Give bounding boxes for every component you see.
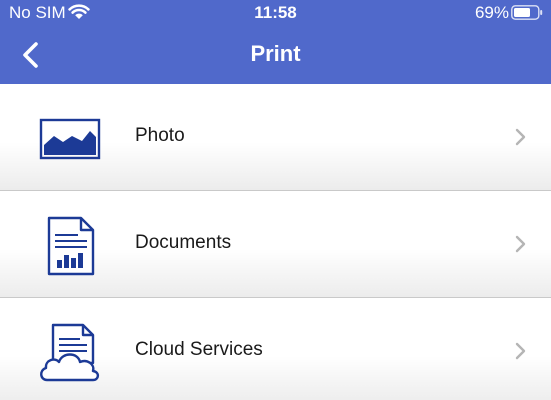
photo-icon [39, 118, 101, 160]
status-bar: No SIM 11:58 69% [0, 0, 551, 26]
chevron-right-icon [515, 342, 526, 360]
print-menu-list: Photo Documents Cloud Services [0, 84, 551, 400]
header: No SIM 11:58 69% Print [0, 0, 551, 84]
status-time: 11:58 [254, 3, 297, 22]
menu-item-cloud-services[interactable]: Cloud Services [0, 298, 551, 400]
battery-icon [511, 5, 543, 20]
menu-item-documents[interactable]: Documents [0, 191, 551, 298]
print-screen: No SIM 11:58 69% Print Photo Documents C… [0, 0, 551, 400]
menu-item-label: Photo [135, 125, 185, 146]
battery-percent: 69% [474, 3, 509, 22]
cloud-services-icon [40, 323, 100, 382]
chevron-right-icon [515, 235, 526, 253]
menu-item-photo[interactable]: Photo [0, 84, 551, 191]
document-icon [47, 216, 95, 276]
menu-item-label: Cloud Services [135, 339, 263, 360]
menu-item-label: Documents [135, 232, 232, 253]
page-title: Print [250, 41, 301, 66]
chevron-right-icon [515, 128, 526, 146]
